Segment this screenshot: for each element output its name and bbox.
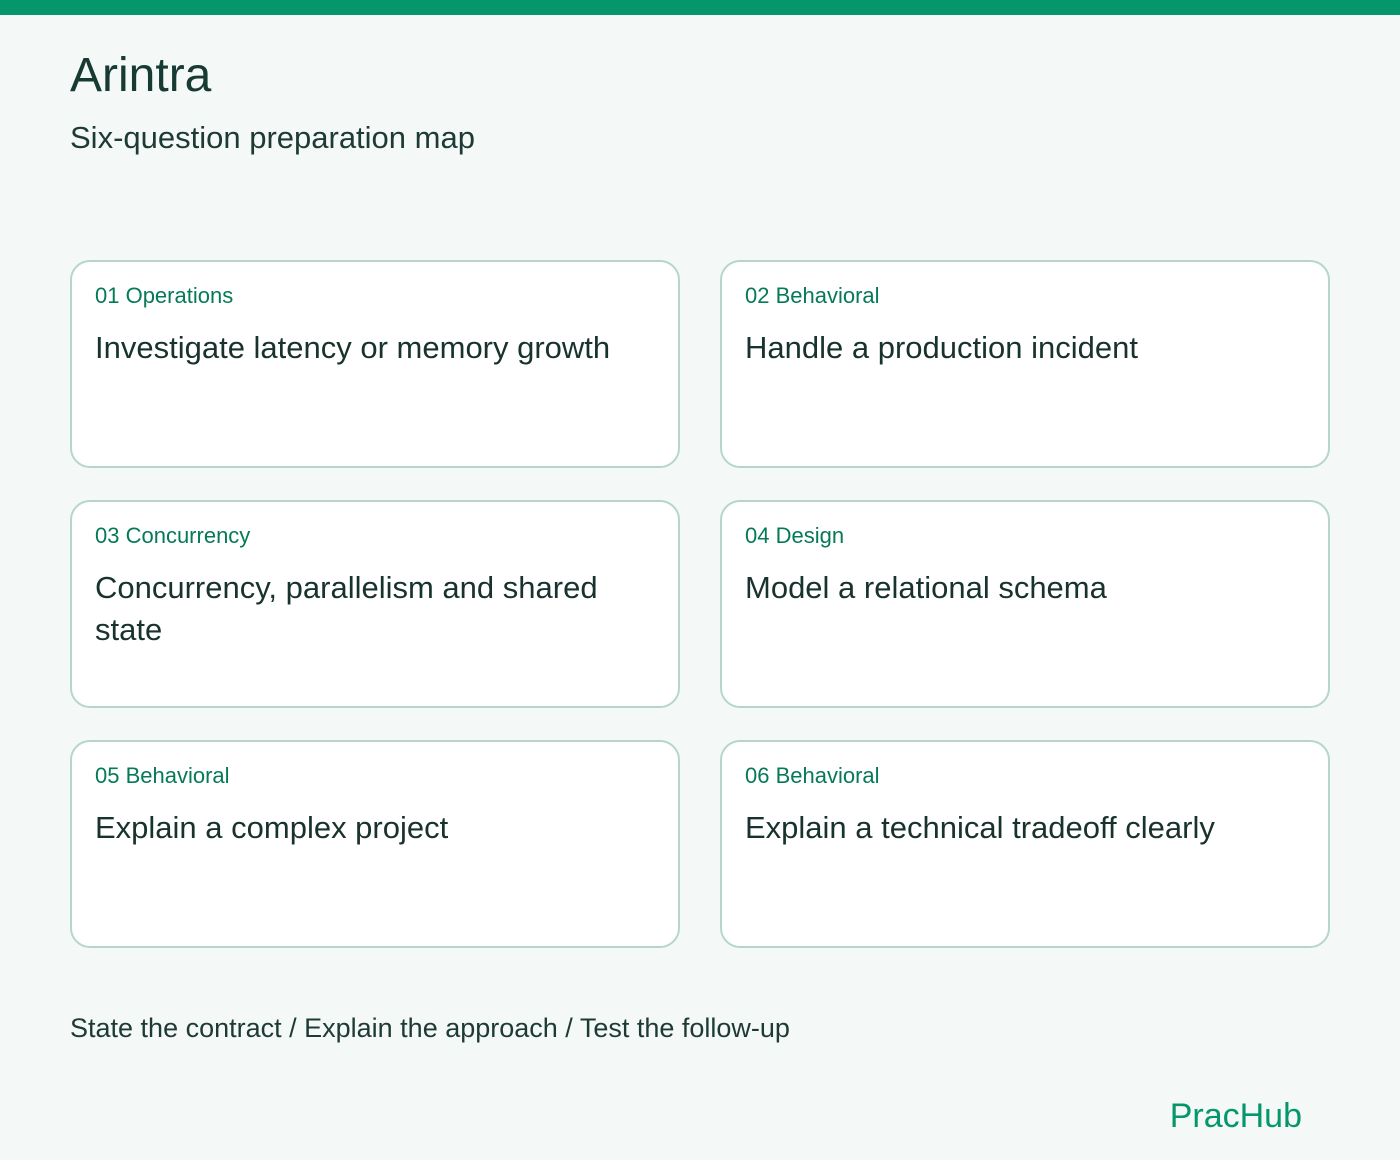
card-title: Concurrency, parallelism and shared stat…	[95, 570, 598, 647]
card-title: Investigate latency or memory growth	[95, 330, 611, 365]
card-title: Explain a technical tradeoff clearly	[745, 810, 1215, 845]
top-accent-bar	[0, 0, 1400, 15]
question-grid: 01 Operations Investigate latency or mem…	[70, 260, 1330, 948]
question-card-02[interactable]: 02 Behavioral Handle a production incide…	[720, 260, 1330, 468]
card-title: Explain a complex project	[95, 810, 449, 845]
card-tag: 04 Design	[745, 523, 845, 548]
page-subtitle: Six-question preparation map	[70, 120, 475, 155]
question-card-03[interactable]: 03 Concurrency Concurrency, parallelism …	[70, 500, 680, 708]
card-tag: 02 Behavioral	[745, 283, 880, 308]
card-title: Model a relational schema	[745, 570, 1107, 605]
footer-steps: State the contract / Explain the approac…	[70, 1013, 790, 1043]
question-card-04[interactable]: 04 Design Model a relational schema	[720, 500, 1330, 708]
page-title: Arintra	[70, 49, 212, 102]
brand-logo: PracHub	[1169, 1097, 1302, 1135]
card-title: Handle a production incident	[745, 330, 1138, 365]
question-card-01[interactable]: 01 Operations Investigate latency or mem…	[70, 260, 680, 468]
card-tag: 06 Behavioral	[745, 763, 880, 788]
card-tag: 01 Operations	[95, 283, 234, 308]
card-tag: 03 Concurrency	[95, 523, 251, 548]
card-tag: 05 Behavioral	[95, 763, 230, 788]
question-card-05[interactable]: 05 Behavioral Explain a complex project	[70, 740, 680, 948]
question-card-06[interactable]: 06 Behavioral Explain a technical tradeo…	[720, 740, 1330, 948]
